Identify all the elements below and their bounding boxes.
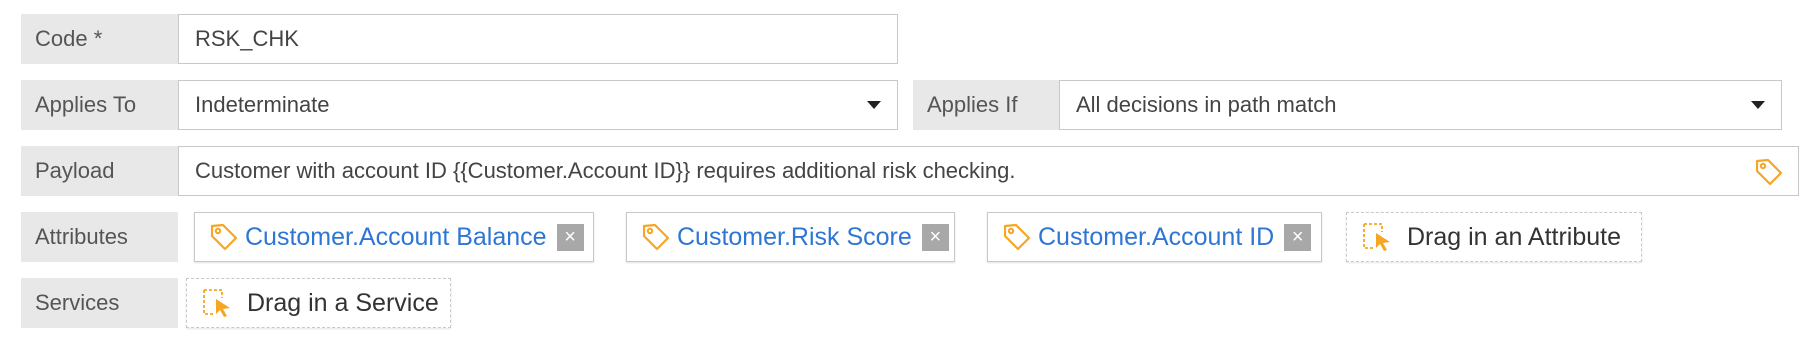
close-icon[interactable]: × (1284, 223, 1312, 251)
attribute-chip[interactable]: Customer.Risk Score × (626, 212, 955, 262)
payload-input[interactable]: Customer with account ID {{Customer.Acco… (178, 146, 1799, 196)
close-icon[interactable]: × (556, 223, 584, 251)
attributes-list: Customer.Account Balance × Customer.Risk… (0, 212, 1808, 262)
close-icon[interactable]: × (921, 223, 949, 251)
attribute-drop-label: Drag in an Attribute (1407, 222, 1622, 251)
applies-to-label: Applies To (21, 80, 178, 130)
code-row: Code * RSK_CHK (21, 14, 898, 64)
payload-label: Payload (21, 146, 178, 196)
chevron-down-icon (1751, 101, 1765, 109)
code-input[interactable]: RSK_CHK (178, 14, 898, 64)
tag-icon (1002, 222, 1032, 252)
applies-if-select[interactable]: All decisions in path match (1059, 80, 1782, 130)
payload-text: Customer with account ID {{Customer.Acco… (195, 158, 1016, 183)
attribute-chip-label: Customer.Account ID (1038, 222, 1275, 251)
service-drop-label: Drag in a Service (247, 288, 439, 317)
payload-row: Payload Customer with account ID {{Custo… (21, 146, 1799, 196)
attribute-chip[interactable]: Customer.Account ID × (987, 212, 1322, 262)
attribute-chip-label: Customer.Account Balance (245, 222, 547, 251)
applies-if-label: Applies If (913, 80, 1059, 130)
applies-to-select[interactable]: Indeterminate (178, 80, 898, 130)
applies-if-value: All decisions in path match (1076, 92, 1337, 117)
chevron-down-icon (867, 101, 881, 109)
applies-to-value: Indeterminate (195, 92, 330, 117)
attribute-chip-label: Customer.Risk Score (677, 222, 912, 251)
drag-drop-icon (1361, 221, 1395, 253)
service-drop-zone[interactable]: Drag in a Service (186, 278, 451, 328)
tag-icon (641, 222, 671, 252)
attribute-drop-zone[interactable]: Drag in an Attribute (1346, 212, 1642, 262)
tag-icon[interactable] (1754, 157, 1784, 187)
attribute-chip[interactable]: Customer.Account Balance × (194, 212, 594, 262)
tag-icon (209, 222, 239, 252)
services-list: Drag in a Service (0, 278, 1808, 328)
code-label: Code * (21, 14, 178, 64)
applies-row: Applies To Indeterminate Applies If All … (21, 80, 1782, 130)
drag-drop-icon (201, 287, 235, 319)
